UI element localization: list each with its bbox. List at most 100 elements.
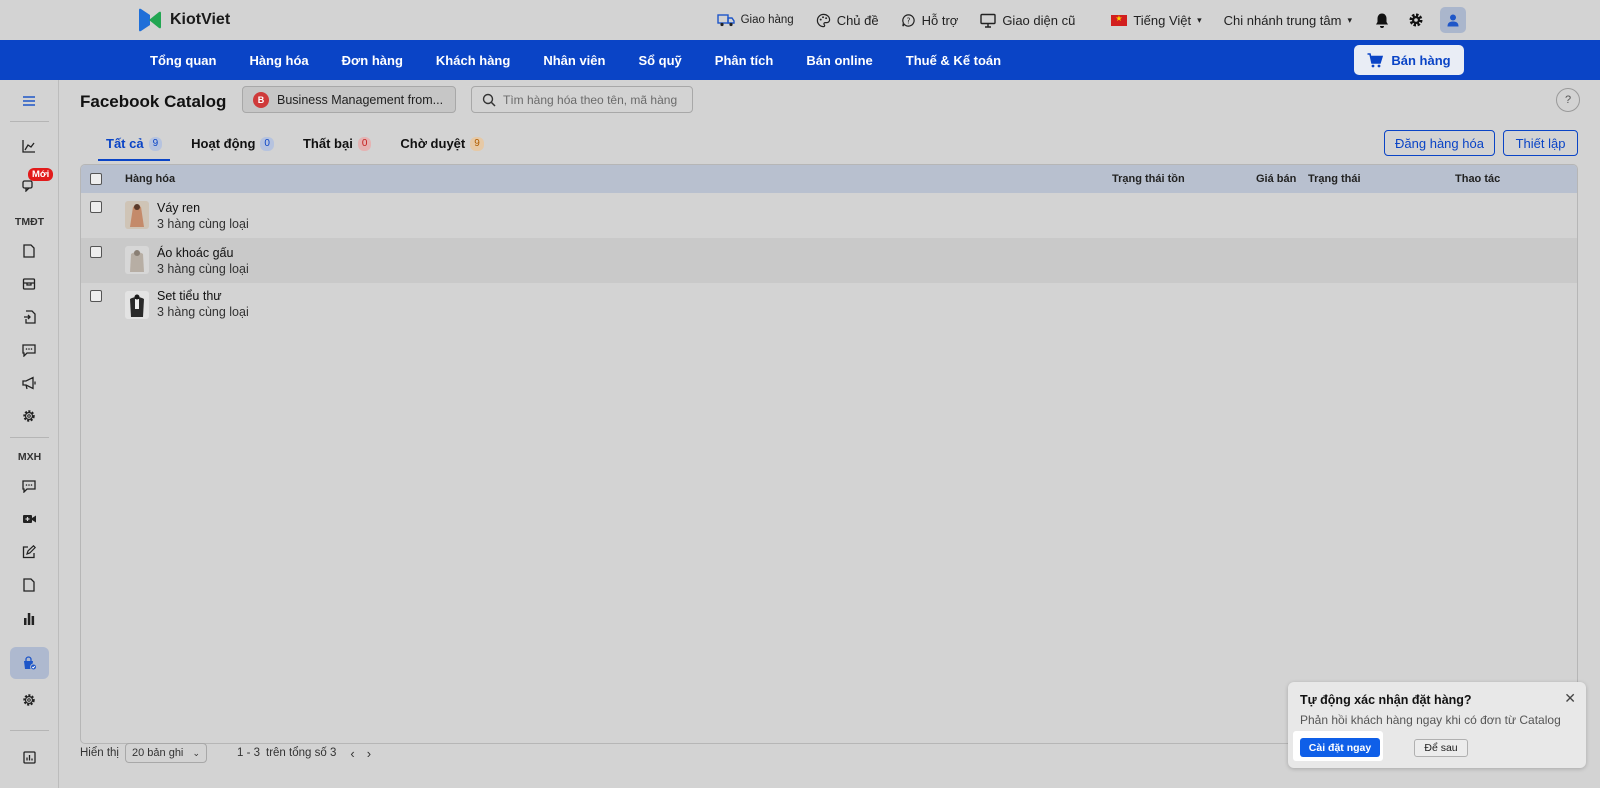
- business-select[interactable]: B Business Management from...: [242, 86, 456, 113]
- sidebar-item-documents[interactable]: [18, 240, 40, 262]
- support-link[interactable]: ? Hỗ trợ: [901, 12, 959, 28]
- file-icon: [23, 578, 35, 592]
- column-header-status: Trạng thái: [1308, 173, 1361, 185]
- row-checkbox[interactable]: [90, 246, 102, 258]
- sidebar-item-social-documents[interactable]: [18, 574, 40, 596]
- gear-icon: [23, 694, 35, 706]
- sidebar-divider: [10, 730, 49, 731]
- sidebar-item-social-settings[interactable]: [18, 689, 40, 711]
- sidebar-item-store[interactable]: [18, 273, 40, 295]
- pagination-total: trên tổng số 3: [266, 747, 337, 759]
- gear-icon: [23, 410, 35, 422]
- help-button[interactable]: ?: [1556, 88, 1580, 112]
- theme-link[interactable]: Chủ đề: [816, 13, 879, 28]
- sidebar-item-chat[interactable]: [18, 339, 40, 361]
- product-search[interactable]: [471, 86, 693, 113]
- nav-item-orders[interactable]: Đơn hàng: [342, 53, 403, 68]
- logo-text: KiotViet: [170, 11, 231, 28]
- row-checkbox[interactable]: [90, 290, 102, 302]
- business-avatar: B: [253, 91, 269, 108]
- sidebar-item-livestream[interactable]: [18, 508, 40, 530]
- sell-button[interactable]: Bán hàng: [1354, 45, 1464, 75]
- column-header-product: Hàng hóa: [125, 173, 176, 185]
- tab-count: 0: [357, 137, 372, 151]
- area-chart-icon: [22, 140, 35, 153]
- settings-button[interactable]: [1408, 12, 1424, 28]
- sidebar-item-posts[interactable]: [18, 541, 40, 563]
- tab-active[interactable]: Hoạt động 0: [183, 124, 282, 161]
- delivery-link[interactable]: Giao hàng: [716, 13, 794, 27]
- tab-label: Tất cả: [106, 136, 144, 151]
- palette-icon: [816, 13, 830, 27]
- tab-failed[interactable]: Thất bại 0: [295, 124, 379, 161]
- nav-item-customers[interactable]: Khách hàng: [436, 53, 510, 68]
- box-icon: [22, 278, 36, 290]
- language-label: Tiếng Việt: [1133, 12, 1192, 28]
- sidebar-item-analytics[interactable]: [18, 135, 40, 157]
- product-thumbnail: [125, 291, 149, 319]
- pagination-footer: Hiển thị 20 bản ghi ⌄ 1 - 3 trên tổng số…: [80, 742, 371, 764]
- sidebar-item-facebook-catalog[interactable]: [18, 652, 40, 674]
- sidebar-item-import[interactable]: [18, 306, 40, 328]
- nav-item-overview[interactable]: Tổng quan: [150, 53, 216, 68]
- nav-item-products[interactable]: Hàng hóa: [249, 53, 308, 68]
- table-row[interactable]: Set tiểu thư 3 hàng cùng loại: [81, 283, 1577, 328]
- tab-pending[interactable]: Chờ duyệt 9: [392, 124, 491, 161]
- tab-count: 9: [148, 137, 163, 151]
- file-icon: [23, 244, 35, 258]
- page-size-select[interactable]: 20 bản ghi ⌄: [125, 743, 207, 763]
- nav-item-tax-accounting[interactable]: Thuế & Kế toán: [906, 53, 1001, 68]
- toast-message: Phản hồi khách hàng ngay khi có đơn từ C…: [1300, 713, 1561, 727]
- search-input[interactable]: [503, 92, 683, 107]
- nav-item-cashbook[interactable]: Sổ quỹ: [638, 53, 681, 68]
- status-tabs: Tất cả 9 Hoạt động 0 Thất bại 0 Chờ duyệ…: [98, 124, 505, 161]
- kiotviet-logo-icon: [139, 8, 161, 32]
- chat-support-icon: ?: [901, 13, 915, 27]
- nav-item-employees[interactable]: Nhân viên: [543, 53, 605, 68]
- setup-now-button[interactable]: Cài đặt ngay: [1300, 738, 1380, 757]
- old-ui-link[interactable]: Giao diện cũ: [980, 13, 1075, 28]
- sidebar-item-reports[interactable]: [18, 607, 40, 629]
- edit-icon: [22, 545, 36, 559]
- logo[interactable]: KiotViet: [136, 6, 230, 34]
- file-import-icon: [23, 310, 36, 324]
- select-all-checkbox[interactable]: [90, 173, 102, 185]
- nav-item-online-sales[interactable]: Bán online: [806, 53, 872, 68]
- theme-label: Chủ đề: [836, 12, 879, 28]
- sidebar-item-marketing[interactable]: [18, 372, 40, 394]
- next-page-button[interactable]: ›: [367, 746, 371, 761]
- column-header-stock-status: Trạng thái tồn: [1112, 173, 1185, 185]
- table-row[interactable]: Váy ren 3 hàng cùng loại: [81, 193, 1577, 238]
- user-avatar-button[interactable]: [1440, 7, 1466, 33]
- product-name[interactable]: Áo khoác gấu: [157, 246, 233, 260]
- language-select[interactable]: Tiếng Việt ▾: [1111, 12, 1202, 28]
- branch-select[interactable]: Chi nhánh trung tâm ▾: [1224, 13, 1352, 28]
- product-thumbnail: [125, 201, 149, 229]
- sidebar-item-social-chat[interactable]: [18, 475, 40, 497]
- notifications-button[interactable]: [1374, 12, 1390, 29]
- product-name[interactable]: Váy ren: [157, 201, 200, 215]
- post-products-button[interactable]: Đăng hàng hóa: [1384, 130, 1495, 156]
- sidebar-item-dashboard[interactable]: [18, 746, 40, 768]
- support-label: Hỗ trợ: [921, 12, 959, 28]
- section-ecommerce-label: TMĐT: [14, 216, 45, 228]
- cart-icon: [1367, 52, 1384, 67]
- menu-toggle-button[interactable]: [18, 90, 40, 112]
- branch-label: Chi nhánh trung tâm: [1223, 12, 1342, 28]
- user-icon: [1447, 14, 1459, 27]
- message-icon: [22, 479, 36, 493]
- row-checkbox[interactable]: [90, 201, 102, 213]
- product-name[interactable]: Set tiểu thư: [157, 289, 222, 303]
- close-icon[interactable]: ✕: [1564, 690, 1576, 707]
- toast-title: Tự động xác nhận đặt hàng?: [1300, 693, 1472, 707]
- vn-flag-icon: [1111, 14, 1128, 26]
- pagination-range: 1 - 3: [237, 747, 261, 759]
- later-button[interactable]: Để sau: [1414, 739, 1468, 757]
- table-row[interactable]: Áo khoác gấu 3 hàng cùng loại: [81, 238, 1577, 283]
- previous-page-button[interactable]: ‹: [350, 746, 354, 761]
- setup-button[interactable]: Thiết lập: [1503, 130, 1578, 156]
- nav-item-analytics[interactable]: Phân tích: [715, 53, 774, 68]
- tab-all[interactable]: Tất cả 9: [98, 124, 171, 161]
- sidebar-item-ecommerce-settings[interactable]: [18, 405, 40, 427]
- product-variants: 3 hàng cùng loại: [157, 217, 249, 231]
